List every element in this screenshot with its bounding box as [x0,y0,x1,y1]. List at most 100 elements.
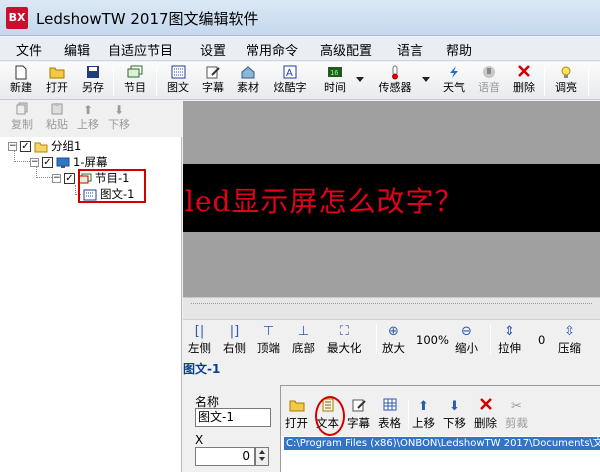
arrow-down-icon: ⬇ [113,103,125,117]
x-label: X [195,433,204,447]
thermometer-icon [386,65,404,81]
content-move-up-button[interactable]: ⬆ 上移 [412,398,435,430]
toolbar-separator [113,66,114,96]
sensor-dropdown-arrow-icon[interactable] [422,77,430,82]
align-top-label: 顶端 [257,341,280,355]
zoom-out-button[interactable]: ⊖ 缩小 [455,323,478,355]
open-file-button[interactable]: 打开 [285,398,308,430]
program-checkbox[interactable]: ✓ [64,173,75,184]
arrow-up-icon: ⬆ [418,399,429,414]
align-top-button[interactable]: ⊤ 顶端 [257,323,280,355]
move-up-button[interactable]: ⬆ 上移 [74,102,102,132]
sensor-button[interactable]: 传感器 [373,64,417,98]
zoom-in-button[interactable]: ⊕ 放大 [382,323,405,355]
main-toolbar: 新建 打开 另存 节目 图文 字幕 素材 A 炫酷字 16 时间 传感器 天气 … [0,62,600,100]
image-text-label: 图文 [167,81,189,94]
subtitle-button[interactable]: 字幕 [196,64,230,98]
menu-help[interactable]: 帮助 [446,40,472,59]
cool-text-button[interactable]: A 炫酷字 [270,64,310,98]
table-button[interactable]: 表格 [378,398,401,430]
new-file-icon [12,65,30,81]
open-button[interactable]: 打开 [40,64,74,98]
menu-file[interactable]: 文件 [16,40,42,59]
collapse-icon[interactable]: − [8,142,17,151]
collapse-icon[interactable]: − [52,174,61,183]
content-move-down-button[interactable]: ⬇ 下移 [443,398,466,430]
led-display-text: led显示屏怎么改字？ [185,185,464,218]
content-toolbar: 打开 文本 字幕 表格 ⬆ 上移 ⬇ 下移 删除 ✂ 剪裁 [281,386,600,436]
menu-settings[interactable]: 设置 [200,40,226,59]
tree-node-group[interactable]: − ✓ 分组1 [8,138,81,154]
edit-toolbar: [| 左侧 |] 右侧 ⊤ 顶端 ⊥ 底部 ⛶ 最大化 ⊕ 放大 100% ⊖ … [183,319,600,359]
save-as-button[interactable]: 另存 [76,64,110,98]
name-field[interactable]: 图文-1 [195,408,271,427]
content-delete-button[interactable]: 删除 [474,398,497,430]
maximize-button[interactable]: ⛶ 最大化 [327,323,362,355]
properties-title: 图文-1 [183,362,221,376]
paste-button[interactable]: 粘贴 [43,102,71,132]
led-screen[interactable]: led显示屏怎么改字？ [183,164,600,232]
title-bar: BX LedshowTW 2017图文编辑软件 [0,0,600,36]
table-label: 表格 [378,416,401,430]
stretch-button[interactable]: ⇕ 拉伸 [498,323,521,355]
panel-splitter[interactable] [183,297,600,319]
stepper-up-icon[interactable] [259,450,265,454]
copy-label: 复制 [11,118,33,131]
program-icon [126,65,144,81]
time-dropdown-arrow-icon[interactable] [356,77,364,82]
stretch-icon: ⇕ [504,324,515,339]
move-down-button[interactable]: ⬇ 下移 [105,102,133,132]
voice-button[interactable]: 语音 [472,64,506,98]
toolbar-separator [490,324,491,354]
menu-bar: 文件 编辑 自适应节目 设置 常用命令 高级配置 语言 帮助 [0,37,600,61]
align-bottom-button[interactable]: ⊥ 底部 [292,323,315,355]
stepper-down-icon[interactable] [259,457,265,461]
preview-canvas[interactable]: led显示屏怎么改字？ [183,101,600,297]
new-button[interactable]: 新建 [4,64,38,98]
program-button[interactable]: 节目 [118,64,152,98]
align-top-icon: ⊤ [262,324,275,339]
voice-icon [480,65,498,81]
zoom-value: 100% [416,333,449,347]
maximize-icon: ⛶ [339,324,349,339]
cool-text-label: 炫酷字 [273,81,307,94]
image-text-button[interactable]: 图文 [161,64,195,98]
tree-node-screen[interactable]: − ✓ 1-屏幕 [30,154,107,170]
menu-advanced-config[interactable]: 高级配置 [320,40,372,59]
menu-common-commands[interactable]: 常用命令 [246,40,298,59]
menu-adaptive-program[interactable]: 自适应节目 [108,40,173,59]
menu-language[interactable]: 语言 [397,40,423,59]
subtitle-content-button[interactable]: 字幕 [347,398,370,430]
material-button[interactable]: 素材 [231,64,265,98]
move-up-label: 上移 [77,118,99,131]
stretch-value: 0 [538,333,546,347]
cut-button[interactable]: ✂ 剪裁 [505,398,528,430]
x-field[interactable]: 0 [195,447,255,466]
compress-button[interactable]: ⇳ 压缩 [558,323,581,355]
align-left-icon: [| [194,324,205,339]
maximize-label: 最大化 [327,341,362,355]
delete-label: 删除 [513,81,535,94]
copy-button[interactable]: 复制 [8,102,36,132]
align-left-button[interactable]: [| 左侧 [188,323,211,355]
toolbar-separator [376,324,377,354]
x-stepper[interactable] [255,447,269,466]
collapse-icon[interactable]: − [30,158,39,167]
group-checkbox[interactable]: ✓ [20,141,31,152]
folder-icon [34,141,48,153]
time-button[interactable]: 16 时间 [318,64,352,98]
align-right-button[interactable]: |] 右侧 [223,323,246,355]
zoom-in-label: 放大 [382,341,405,355]
delete-button[interactable]: 删除 [507,64,541,98]
subtitle-label: 字幕 [202,81,224,94]
brightness-button[interactable]: 调亮 [549,64,583,98]
svg-text:A: A [286,68,293,79]
open-label: 打开 [46,81,68,94]
highlight-annotation-box [78,169,146,203]
toolbar-separator [156,66,157,96]
program-tree-panel: 复制 粘贴 ⬆ 上移 ⬇ 下移 − ✓ 分组1 − ✓ 1-屏幕 − ✓ 节目-… [0,101,182,472]
weather-button[interactable]: 天气 [437,64,471,98]
zoom-in-icon: ⊕ [388,324,399,339]
menu-edit[interactable]: 编辑 [64,40,90,59]
screen-checkbox[interactable]: ✓ [42,157,53,168]
